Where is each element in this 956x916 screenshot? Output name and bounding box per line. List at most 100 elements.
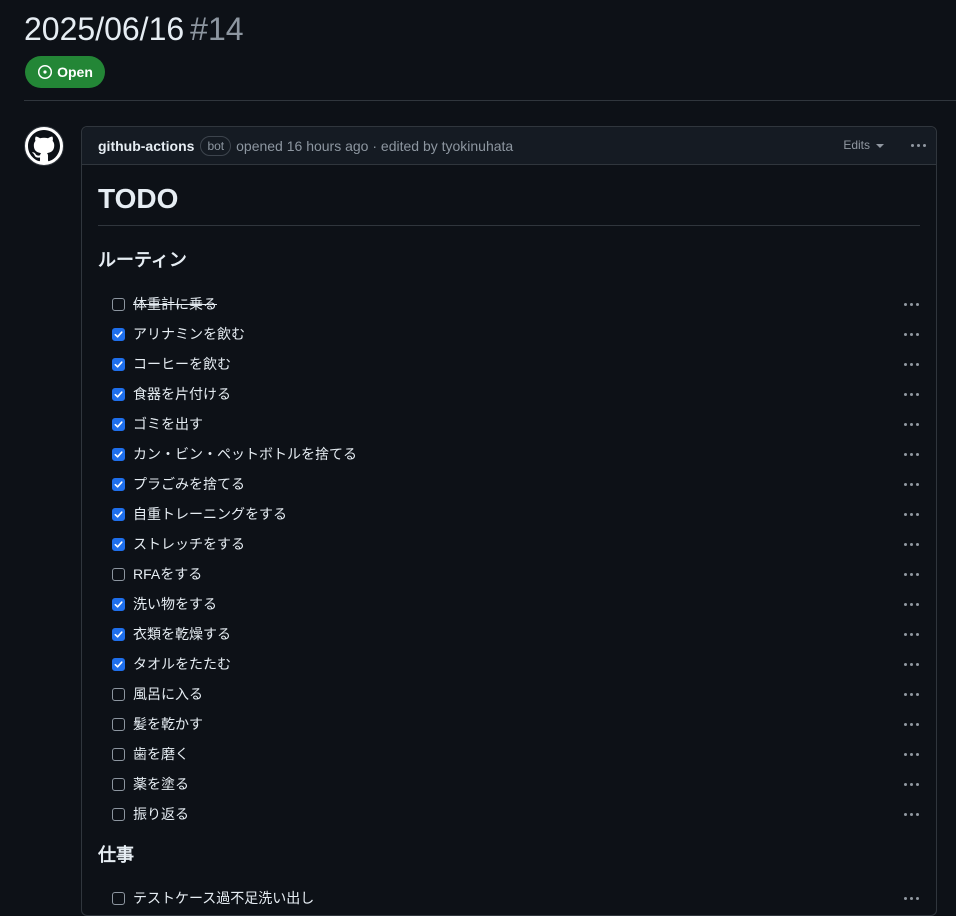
task-options-button[interactable]	[904, 333, 919, 336]
task-text: 歯を磨く	[133, 746, 189, 762]
kebab-horizontal-icon	[904, 513, 919, 516]
issue-comment: github-actions bot opened 16 hours ago ·…	[81, 126, 937, 916]
task-checkbox[interactable]	[112, 687, 125, 701]
task-checkbox[interactable]	[112, 507, 125, 521]
task-text: コーヒーを飲む	[133, 356, 231, 372]
task-text: 振り返る	[133, 806, 189, 822]
task-text: アリナミンを飲む	[133, 326, 245, 342]
task-text: 自重トレーニングをする	[133, 506, 287, 522]
comment-header: github-actions bot opened 16 hours ago ·…	[82, 127, 936, 165]
kebab-horizontal-icon	[904, 303, 919, 306]
task-item: 洗い物をする	[98, 589, 920, 619]
task-checkbox[interactable]	[112, 567, 125, 581]
kebab-horizontal-icon	[904, 573, 919, 576]
task-checkbox[interactable]	[112, 537, 125, 551]
task-text: プラごみを捨てる	[133, 476, 245, 492]
task-options-button[interactable]	[904, 393, 919, 396]
task-item: アリナミンを飲む	[98, 319, 920, 349]
check-icon	[114, 660, 123, 668]
body-heading: TODO	[98, 165, 920, 226]
comment-options-button[interactable]	[911, 144, 926, 147]
check-icon	[114, 600, 123, 608]
check-icon	[114, 480, 123, 488]
task-checkbox[interactable]	[112, 807, 125, 821]
task-checkbox[interactable]	[112, 657, 125, 671]
edits-dropdown[interactable]: Edits	[843, 138, 884, 152]
issue-opened-icon	[38, 64, 53, 80]
task-text: 風呂に入る	[133, 686, 203, 702]
task-item: タオルをたたむ	[98, 649, 920, 679]
task-item: RFAをする	[98, 559, 920, 589]
task-options-button[interactable]	[904, 897, 919, 900]
kebab-horizontal-icon	[904, 363, 919, 366]
task-item: ストレッチをする	[98, 529, 920, 559]
task-text: 衣類を乾燥する	[133, 626, 231, 642]
task-checkbox[interactable]	[112, 717, 125, 731]
task-text: ゴミを出す	[133, 416, 203, 432]
github-logo-icon	[28, 130, 60, 162]
task-options-button[interactable]	[904, 453, 919, 456]
kebab-horizontal-icon	[904, 783, 919, 786]
task-options-button[interactable]	[904, 603, 919, 606]
task-text: ストレッチをする	[133, 536, 245, 552]
check-icon	[114, 630, 123, 638]
kebab-horizontal-icon	[904, 453, 919, 456]
task-options-button[interactable]	[904, 423, 919, 426]
task-options-button[interactable]	[904, 483, 919, 486]
task-item: 風呂に入る	[98, 679, 920, 709]
task-checkbox[interactable]	[112, 777, 125, 791]
task-checkbox[interactable]	[112, 387, 125, 401]
task-options-button[interactable]	[904, 813, 919, 816]
task-checkbox[interactable]	[112, 627, 125, 641]
check-icon	[114, 510, 123, 518]
issue-title-text: 2025/06/16	[24, 11, 185, 47]
task-checkbox[interactable]	[112, 327, 125, 341]
task-checkbox[interactable]	[112, 597, 125, 611]
kebab-horizontal-icon	[904, 813, 919, 816]
kebab-horizontal-icon	[904, 393, 919, 396]
task-item: カン・ビン・ペットボトルを捨てる	[98, 439, 920, 469]
task-options-button[interactable]	[904, 573, 919, 576]
comment-author-link[interactable]: github-actions	[98, 138, 194, 154]
author-avatar[interactable]	[24, 126, 64, 166]
task-options-button[interactable]	[904, 513, 919, 516]
task-options-button[interactable]	[904, 633, 919, 636]
task-text: テストケース過不足洗い出し	[133, 890, 315, 906]
kebab-horizontal-icon	[904, 753, 919, 756]
task-options-button[interactable]	[904, 753, 919, 756]
edits-label: Edits	[843, 138, 870, 152]
task-item: 衣類を乾燥する	[98, 619, 920, 649]
issue-number: #14	[190, 11, 244, 47]
kebab-horizontal-icon	[904, 543, 919, 546]
task-options-button[interactable]	[904, 363, 919, 366]
task-options-button[interactable]	[904, 723, 919, 726]
task-checkbox[interactable]	[112, 297, 125, 311]
task-options-button[interactable]	[904, 303, 919, 306]
task-options-button[interactable]	[904, 693, 919, 696]
task-options-button[interactable]	[904, 543, 919, 546]
task-list-work: テストケース過不足洗い出し	[98, 883, 920, 913]
task-checkbox[interactable]	[112, 891, 125, 905]
task-item: 食器を片付ける	[98, 379, 920, 409]
task-text: 洗い物をする	[133, 596, 217, 612]
task-checkbox[interactable]	[112, 747, 125, 761]
task-checkbox[interactable]	[112, 477, 125, 491]
task-text: 体重計に乗る	[133, 296, 217, 312]
kebab-horizontal-icon	[904, 423, 919, 426]
comment-meta[interactable]: opened 16 hours ago · edited by tyokinuh…	[236, 138, 513, 154]
kebab-horizontal-icon	[904, 603, 919, 606]
issue-title: 2025/06/16 #14	[24, 9, 244, 49]
kebab-horizontal-icon	[904, 633, 919, 636]
kebab-horizontal-icon	[904, 723, 919, 726]
task-list-routine: 体重計に乗るアリナミンを飲む コーヒーを飲む食器を片付けるゴミを出すカン・ビン・ペ…	[98, 289, 920, 829]
kebab-horizontal-icon	[904, 693, 919, 696]
task-checkbox[interactable]	[112, 417, 125, 431]
task-checkbox[interactable]	[112, 447, 125, 461]
task-options-button[interactable]	[904, 783, 919, 786]
section-title-routine: ルーティン	[98, 250, 187, 270]
kebab-horizontal-icon	[904, 897, 919, 900]
task-options-button[interactable]	[904, 663, 919, 666]
kebab-horizontal-icon	[904, 483, 919, 486]
task-item: 薬を塗る	[98, 769, 920, 799]
task-checkbox[interactable]	[112, 357, 125, 371]
